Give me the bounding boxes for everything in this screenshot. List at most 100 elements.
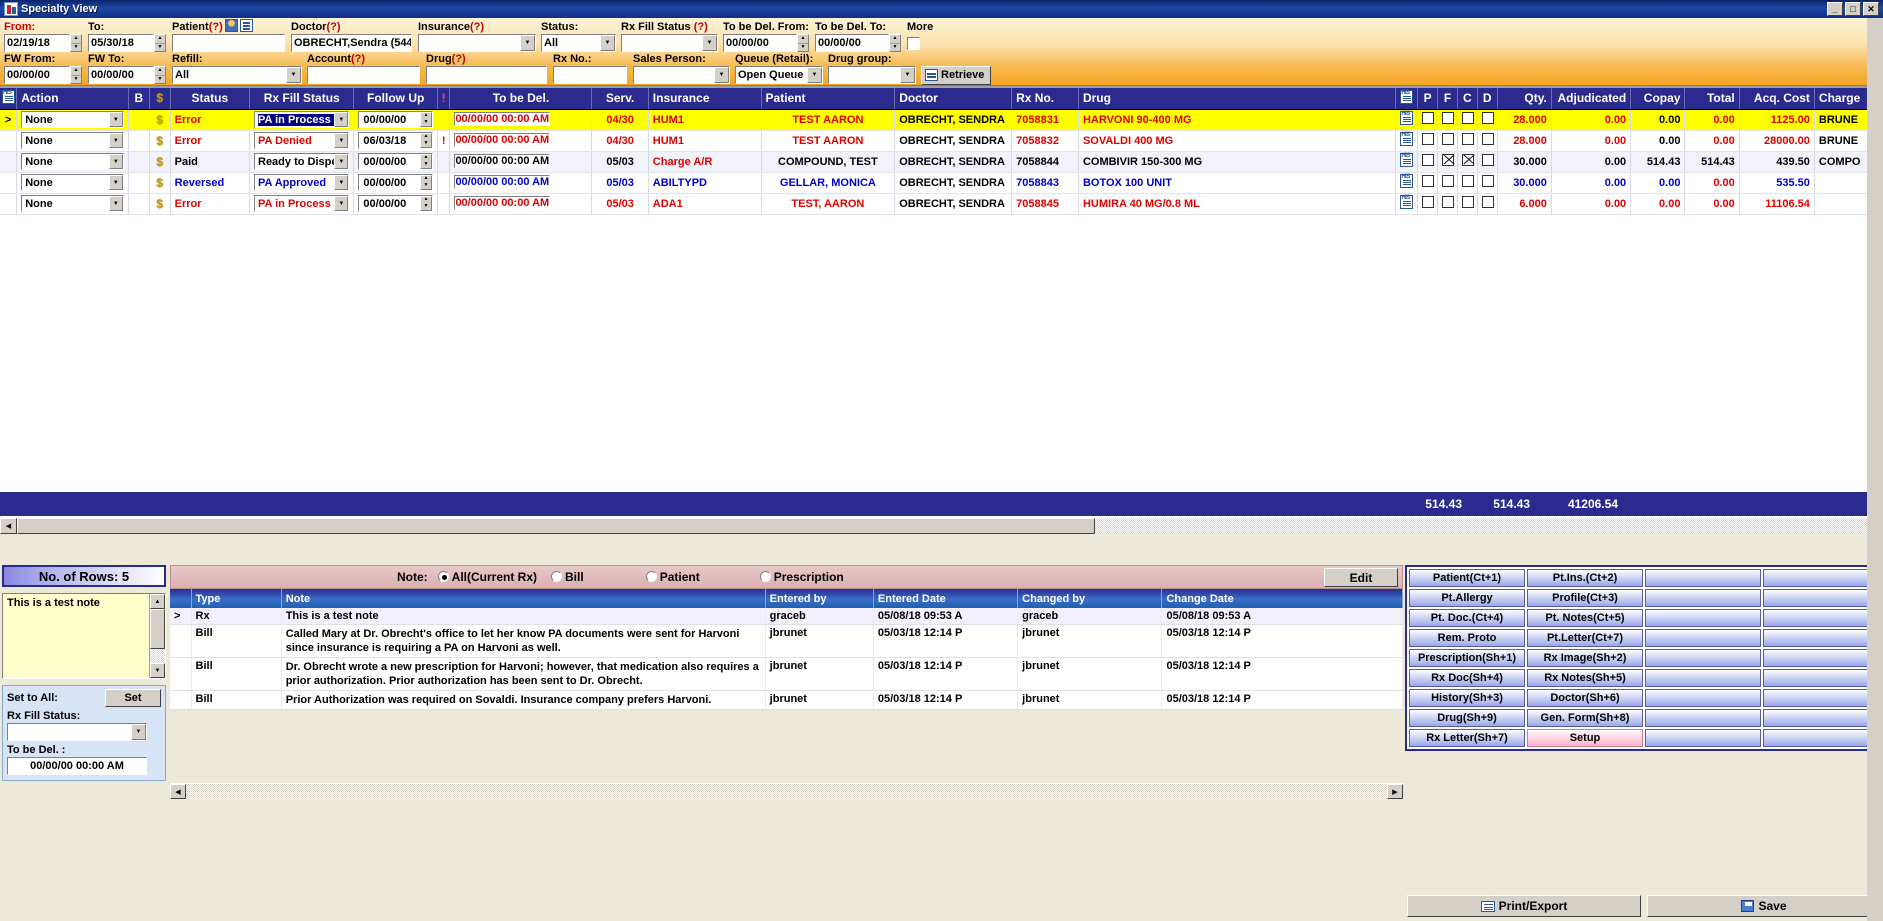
blank-button-7[interactable] [1645, 629, 1761, 647]
chevron-down-icon[interactable]: ▼ [334, 154, 349, 169]
table-row[interactable]: None ▼ $ Reversed PA Approved ▼ 00/00/00 ▲ ▼… [0, 172, 1883, 194]
notes-col-changed-by[interactable]: Changed by [1017, 589, 1163, 608]
to-be-del-cell[interactable]: 00/00/00 00:00 AM [449, 172, 593, 194]
col-f[interactable]: F [1437, 88, 1458, 110]
f-cell[interactable] [1437, 109, 1458, 131]
p-checkbox[interactable] [1422, 175, 1435, 187]
fill-status-cell[interactable]: PA in Process ▼ [249, 193, 355, 215]
follow-up-cell[interactable]: 06/03/18 ▲ ▼ [353, 130, 438, 152]
his-cell[interactable] [1395, 130, 1419, 152]
col-action[interactable]: Action [16, 88, 129, 110]
col-grid-icon[interactable] [0, 88, 18, 110]
note-preview-box[interactable]: This is a test note ▲ ▼ [2, 593, 166, 679]
list-item[interactable]: Bill Called Mary at Dr. Obrecht's office… [170, 624, 1403, 658]
patient-lookup-icon[interactable] [224, 19, 238, 32]
radio-all-icon[interactable] [437, 571, 449, 582]
c-checkbox[interactable] [1461, 112, 1474, 124]
blank-button-17[interactable] [1645, 729, 1761, 747]
to-be-del-from-input[interactable]: 00/00/00 [723, 34, 797, 52]
d-checkbox[interactable] [1481, 112, 1494, 124]
f-checkbox[interactable] [1442, 133, 1455, 145]
his-icon[interactable] [1400, 195, 1414, 209]
blank-button-3[interactable] [1645, 589, 1761, 607]
d-cell[interactable] [1477, 151, 1498, 173]
close-button[interactable]: ✕ [1863, 2, 1879, 16]
p-checkbox[interactable] [1422, 112, 1435, 124]
table-row[interactable]: None ▼ $ Error PA Denied ▼ 06/03/18 ▲ ▼ ! 00… [0, 130, 1883, 152]
patient-form-icon[interactable] [239, 19, 253, 32]
chevron-down-icon[interactable]: ▼ [108, 154, 123, 169]
blank-button-14[interactable] [1763, 689, 1879, 707]
notes-col-entered-date[interactable]: Entered Date [873, 589, 1019, 608]
list-item[interactable]: > Rx This is a test note graceb 05/08/18… [170, 608, 1403, 625]
notes-scroll-right-icon[interactable]: ▶ [1387, 784, 1403, 799]
col-qty[interactable]: Qty. [1497, 88, 1552, 110]
notes-hscroll-trough[interactable] [186, 784, 1387, 799]
col-status[interactable]: Status [170, 88, 251, 110]
to-be-del-cell[interactable]: 00/00/00 00:00 AM [449, 151, 593, 173]
table-row[interactable]: > None ▼ $ Error PA in Process ▼ 00/00/00 ▲… [0, 109, 1883, 131]
scroll-up-icon[interactable]: ▲ [150, 594, 165, 609]
chevron-down-icon[interactable]: ▼ [334, 196, 349, 211]
note-preview-scrollbar[interactable]: ▲ ▼ [149, 594, 165, 678]
blank-button-1[interactable] [1645, 569, 1761, 587]
set-to-be-del-input[interactable]: 00/00/00 00:00 AM [7, 757, 147, 775]
fill-status-cell[interactable]: PA in Process ▼ [249, 109, 355, 131]
retrieve-button[interactable]: Retrieve [921, 65, 992, 85]
blank-button-10[interactable] [1763, 649, 1879, 667]
his-icon[interactable] [1400, 111, 1414, 125]
to-be-del-cell[interactable]: 00/00/00 00:00 AM [449, 193, 593, 215]
f-checkbox[interactable] [1442, 196, 1455, 208]
notes-col-note[interactable]: Note [281, 589, 766, 608]
f-cell[interactable] [1437, 130, 1458, 152]
chevron-down-icon[interactable]: ▼ [108, 196, 123, 211]
col-acq-cost[interactable]: Acq. Cost [1739, 88, 1815, 110]
col-to-be-del[interactable]: To be Del. [449, 88, 593, 110]
patient-input[interactable] [172, 34, 285, 52]
list-item[interactable]: Bill Prior Authorization was required on… [170, 690, 1403, 710]
fw-from-input[interactable]: 00/00/00 [4, 66, 70, 84]
col-flag[interactable]: ! [437, 88, 451, 110]
p-checkbox[interactable] [1422, 133, 1435, 145]
chevron-down-icon[interactable]: ▼ [108, 175, 123, 190]
his-icon[interactable] [1400, 174, 1414, 188]
queue-retail-dropdown-icon[interactable]: ▼ [807, 67, 822, 83]
blank-button-9[interactable] [1645, 649, 1761, 667]
grid-settings-icon[interactable] [2, 89, 15, 104]
profile-button[interactable]: Profile(Ct+3) [1527, 589, 1643, 607]
col-insurance[interactable]: Insurance [648, 88, 762, 110]
from-date-input[interactable]: 02/19/18 [4, 34, 70, 52]
c-cell[interactable] [1457, 109, 1478, 131]
status-dropdown-icon[interactable]: ▼ [600, 35, 615, 51]
grid-hscrollbar[interactable]: ◀ [0, 517, 1883, 534]
action-cell[interactable]: None ▼ [16, 109, 129, 131]
doctor-button[interactable]: Doctor(Sh+6) [1527, 689, 1643, 707]
col-c[interactable]: C [1457, 88, 1478, 110]
rem-proto-button[interactable]: Rem. Proto [1409, 629, 1525, 647]
to-be-del-cell[interactable]: 00/00/00 00:00 AM [449, 130, 593, 152]
doctor-input[interactable]: OBRECHT,Sendra (5446 [291, 34, 412, 52]
table-row[interactable]: None ▼ $ Error PA in Process ▼ 00/00/00 ▲ ▼ … [0, 193, 1883, 215]
list-item[interactable]: Bill Dr. Obrecht wrote a new prescriptio… [170, 657, 1403, 691]
c-cell[interactable] [1457, 130, 1478, 152]
blank-button-6[interactable] [1763, 609, 1879, 627]
hscroll-trough[interactable] [1095, 518, 1883, 534]
follow-up-cell[interactable]: 00/00/00 ▲ ▼ [353, 109, 438, 131]
blank-button-16[interactable] [1763, 709, 1879, 727]
account-input[interactable] [307, 66, 420, 84]
fill-status-cell[interactable]: Ready to Dispe ▼ [249, 151, 355, 173]
note-option-prescription[interactable]: Prescription [759, 570, 844, 584]
p-cell[interactable] [1417, 172, 1439, 194]
more-checkbox[interactable] [907, 36, 920, 50]
radio-prescription-icon[interactable] [759, 571, 771, 582]
chevron-down-icon[interactable]: ▼ [108, 112, 123, 127]
blank-button-13[interactable] [1645, 689, 1761, 707]
action-cell[interactable]: None ▼ [16, 172, 129, 194]
c-cell[interactable] [1457, 151, 1478, 173]
rx-no-input[interactable] [553, 66, 627, 84]
sales-person-dropdown-icon[interactable]: ▼ [714, 67, 729, 83]
chevron-down-icon[interactable]: ▼ [334, 175, 349, 190]
col-rx-fill-status[interactable]: Rx Fill Status [249, 88, 355, 110]
dollar-cell[interactable]: $ [149, 151, 171, 173]
rx-letter-button[interactable]: Rx Letter(Sh+7) [1409, 729, 1525, 747]
